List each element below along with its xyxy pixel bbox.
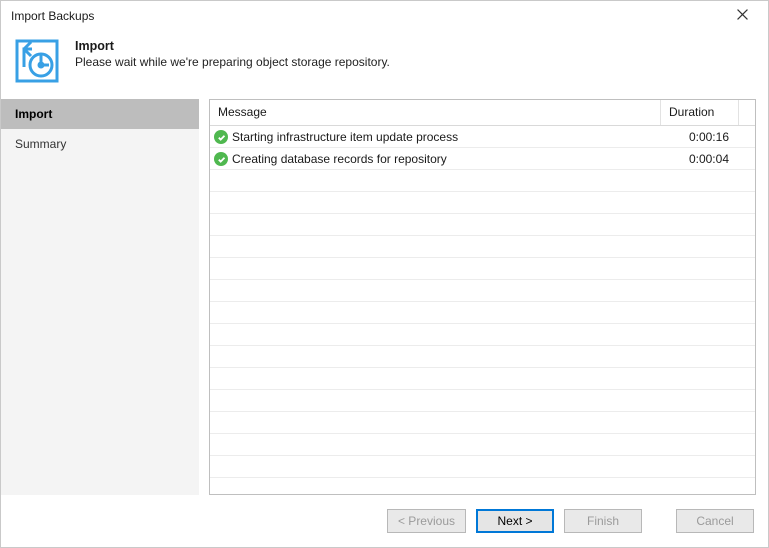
dialog-import-backups: Import Backups Import Ple — [0, 0, 769, 548]
status-success-icon — [210, 130, 228, 144]
table-row[interactable]: Creating database records for repository… — [210, 148, 755, 170]
dialog-footer: < Previous Next > Finish Cancel — [1, 495, 768, 547]
title-bar: Import Backups — [1, 1, 768, 31]
column-header-duration[interactable]: Duration — [661, 100, 739, 125]
table-row[interactable]: Starting infrastructure item update proc… — [210, 126, 755, 148]
grid-header: Message Duration — [210, 100, 755, 126]
import-icon — [13, 37, 61, 85]
sidebar-item-import[interactable]: Import — [1, 99, 199, 129]
page-title: Import — [75, 39, 390, 53]
status-success-icon — [210, 152, 228, 166]
sidebar-item-label: Import — [15, 107, 52, 121]
window-title: Import Backups — [11, 9, 94, 23]
cancel-button: Cancel — [676, 509, 754, 533]
row-duration: 0:00:04 — [661, 152, 755, 166]
column-header-spacer — [739, 100, 755, 125]
previous-button: < Previous — [387, 509, 466, 533]
header-text: Import Please wait while we're preparing… — [75, 37, 390, 69]
close-button[interactable] — [722, 4, 762, 28]
column-header-message[interactable]: Message — [210, 100, 661, 125]
main-area: Import Summary Message Duration — [1, 99, 768, 495]
next-button[interactable]: Next > — [476, 509, 554, 533]
finish-button: Finish — [564, 509, 642, 533]
row-duration: 0:00:16 — [661, 130, 755, 144]
row-message: Starting infrastructure item update proc… — [228, 130, 661, 144]
row-message: Creating database records for repository — [228, 152, 661, 166]
progress-grid: Message Duration Starting infrastructure… — [209, 99, 756, 495]
sidebar-item-label: Summary — [15, 137, 66, 151]
grid-body[interactable]: Starting infrastructure item update proc… — [210, 126, 755, 494]
sidebar-item-summary[interactable]: Summary — [1, 129, 199, 159]
dialog-header: Import Please wait while we're preparing… — [1, 31, 768, 99]
page-subtitle: Please wait while we're preparing object… — [75, 55, 390, 69]
close-icon — [737, 9, 748, 23]
content-area: Message Duration Starting infrastructure… — [199, 99, 756, 495]
wizard-sidebar: Import Summary — [1, 99, 199, 495]
